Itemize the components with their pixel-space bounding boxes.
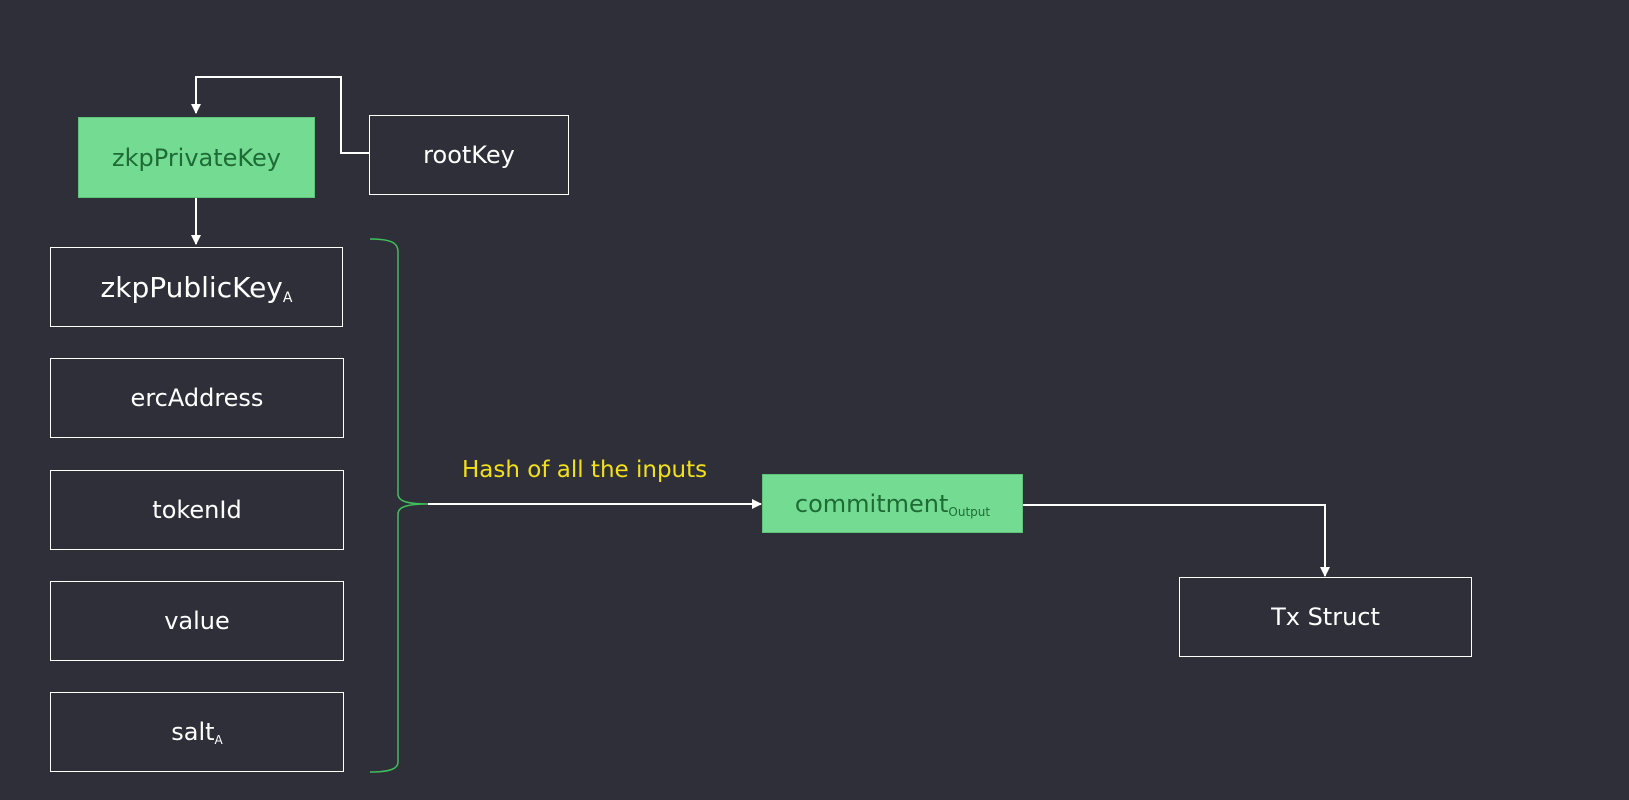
commitment-to-txstruct-arrow (1023, 504, 1330, 577)
salt-node[interactable]: saltA (50, 692, 344, 772)
value-label: value (164, 607, 230, 635)
zkp-private-key-node[interactable]: zkpPrivateKey (78, 117, 315, 198)
erc-address-label: ercAddress (130, 384, 264, 412)
commitment-label: commitmentOutput (794, 489, 991, 519)
commitment-node[interactable]: commitmentOutput (762, 474, 1023, 533)
tx-struct-label: Tx Struct (1271, 603, 1380, 631)
zkp-public-key-subscript: A (282, 289, 293, 306)
commitment-subscript: Output (948, 504, 991, 519)
erc-address-node[interactable]: ercAddress (50, 358, 344, 438)
salt-subscript: A (214, 733, 223, 748)
salt-label: saltA (171, 718, 223, 748)
zkp-public-key-node[interactable]: zkpPublicKeyA (50, 247, 343, 327)
token-id-node[interactable]: tokenId (50, 470, 344, 550)
value-node[interactable]: value (50, 581, 344, 661)
zkp-private-key-label: zkpPrivateKey (112, 143, 281, 172)
hash-label: Hash of all the inputs (462, 457, 708, 483)
root-key-node[interactable]: rootKey (369, 115, 569, 195)
zkp-public-key-label: zkpPublicKeyA (100, 270, 293, 306)
inputs-brace (369, 238, 429, 773)
root-key-label: rootKey (423, 141, 515, 169)
tx-struct-node[interactable]: Tx Struct (1179, 577, 1472, 657)
token-id-label: tokenId (152, 496, 242, 524)
